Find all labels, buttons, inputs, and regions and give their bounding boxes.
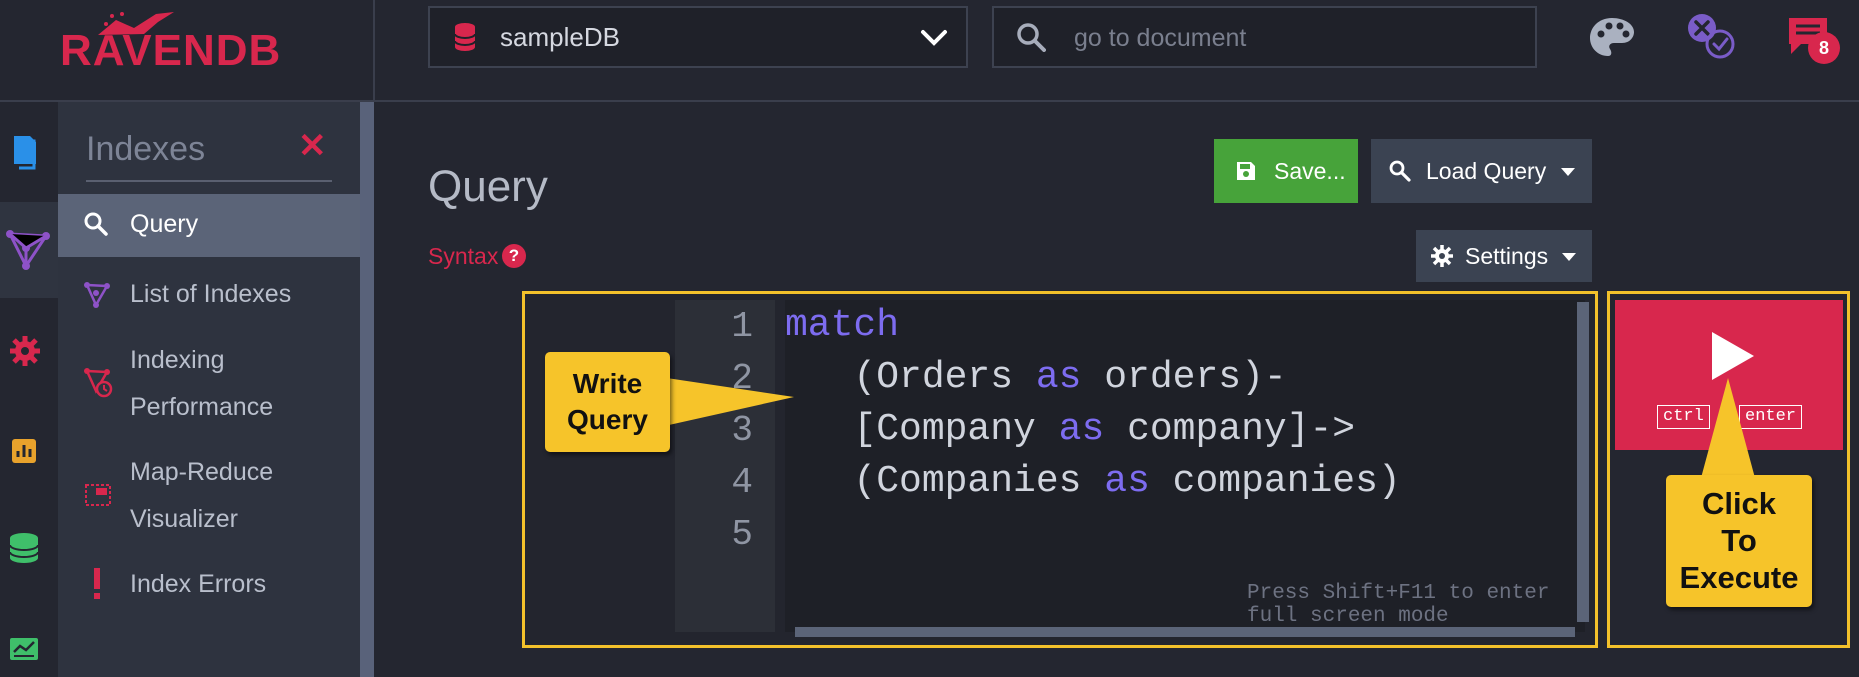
- performance-icon: [84, 368, 113, 398]
- menu-item-label: Indexing: [130, 346, 225, 374]
- save-icon: [1237, 162, 1255, 180]
- stats-icon[interactable]: [10, 437, 38, 465]
- submenu-divider: [86, 180, 332, 182]
- palette-icon[interactable]: [1588, 16, 1636, 58]
- query-editor[interactable]: match (Orders as orders)- [Company as co…: [785, 300, 1585, 632]
- search-icon: [84, 212, 108, 236]
- menu-item-label: Map-Reduce: [130, 458, 274, 486]
- menu-item-label: Query: [130, 210, 199, 238]
- line-number: 5: [731, 514, 753, 555]
- line-number: 1: [731, 306, 753, 347]
- documents-icon[interactable]: [8, 132, 48, 172]
- caret-down-icon: [1561, 168, 1575, 176]
- indexes-icon[interactable]: [6, 230, 50, 270]
- indexes-submenu: Indexes ✕ Query List of Indexes Indexing…: [58, 102, 360, 677]
- line-number-gutter: 1 2 3 4 5: [675, 300, 775, 632]
- submenu-title: Indexes: [86, 130, 206, 168]
- settings-label: Settings: [1465, 243, 1549, 269]
- exclamation-icon: [94, 568, 100, 599]
- code-line: [Company as company]->: [785, 408, 1356, 451]
- menu-item-indexing-performance[interactable]: Indexing Performance: [58, 334, 360, 434]
- page-title: Query: [428, 162, 548, 211]
- save-button-label: Save...: [1274, 158, 1346, 184]
- play-icon: [1712, 332, 1754, 380]
- menu-item-index-errors[interactable]: Index Errors: [58, 558, 360, 612]
- caret-down-icon: [1562, 253, 1576, 261]
- fullscreen-hint: Press Shift+F11 to enter full screen mod…: [1247, 582, 1550, 628]
- load-query-button[interactable]: Load Query: [1371, 139, 1592, 203]
- notification-count-badge: 8: [1808, 32, 1840, 64]
- code-line: (Orders as orders)-: [785, 356, 1287, 399]
- click-to-execute-callout: Click To Execute: [1666, 475, 1812, 607]
- map-reduce-icon: [85, 484, 111, 506]
- dashboard-icon[interactable]: [8, 636, 40, 662]
- query-editor-highlight: 1 2 3 4 5 match (Orders as orders)- [Com…: [522, 291, 1598, 648]
- editor-horizontal-scrollbar[interactable]: [795, 627, 1575, 637]
- databases-icon[interactable]: [8, 532, 40, 564]
- syntax-link[interactable]: Syntax: [428, 243, 498, 270]
- settings-button[interactable]: Settings: [1416, 230, 1592, 282]
- line-number: 4: [731, 462, 753, 503]
- callout-arrow-click: [1701, 378, 1755, 478]
- menu-item-label-line2: Visualizer: [130, 505, 238, 533]
- callout-line: Query: [567, 404, 648, 435]
- close-icon[interactable]: ✕: [298, 126, 327, 166]
- help-icon[interactable]: ?: [502, 244, 526, 268]
- menu-item-label: Index Errors: [130, 570, 267, 598]
- ongoing-tasks-icon[interactable]: [1686, 12, 1736, 60]
- menu-item-list-of-indexes[interactable]: List of Indexes: [58, 268, 360, 322]
- load-query-label: Load Query: [1426, 158, 1547, 184]
- go-to-document-input[interactable]: [1072, 18, 1496, 58]
- gear-icon: [1431, 245, 1453, 267]
- database-icon: [454, 23, 476, 51]
- index-icon: [84, 282, 110, 308]
- search-icon: [1389, 160, 1411, 182]
- main-menu-rail: [0, 102, 58, 677]
- menu-item-label: List of Indexes: [130, 280, 292, 308]
- logo-text[interactable]: RAVENDB: [60, 26, 281, 76]
- callout-line: Write: [572, 368, 643, 399]
- code-line: match: [785, 304, 900, 347]
- settings-gear-icon[interactable]: [10, 336, 40, 366]
- save-query-button[interactable]: Save...: [1214, 139, 1358, 203]
- callout-arrow-write: [660, 377, 794, 427]
- logo-area: RAVENDB: [0, 0, 375, 100]
- menu-item-query[interactable]: Query: [58, 194, 360, 257]
- callout-line: Execute: [1679, 560, 1799, 595]
- code-line: (Companies as companies): [785, 460, 1401, 503]
- submenu-scrollbar[interactable]: [360, 102, 374, 677]
- chevron-down-icon[interactable]: [920, 28, 948, 48]
- search-icon: [1017, 23, 1046, 52]
- write-query-callout: Write Query: [545, 352, 670, 452]
- go-to-document-box[interactable]: [992, 6, 1537, 68]
- database-select[interactable]: sampleDB: [428, 6, 968, 68]
- callout-line: Click: [1701, 486, 1777, 521]
- menu-item-map-reduce-visualizer[interactable]: Map-Reduce Visualizer: [58, 446, 360, 546]
- menu-item-label-line2: Performance: [130, 393, 274, 421]
- editor-vertical-scrollbar[interactable]: [1577, 302, 1589, 622]
- database-name: sampleDB: [500, 22, 620, 52]
- callout-line: To: [1721, 523, 1757, 558]
